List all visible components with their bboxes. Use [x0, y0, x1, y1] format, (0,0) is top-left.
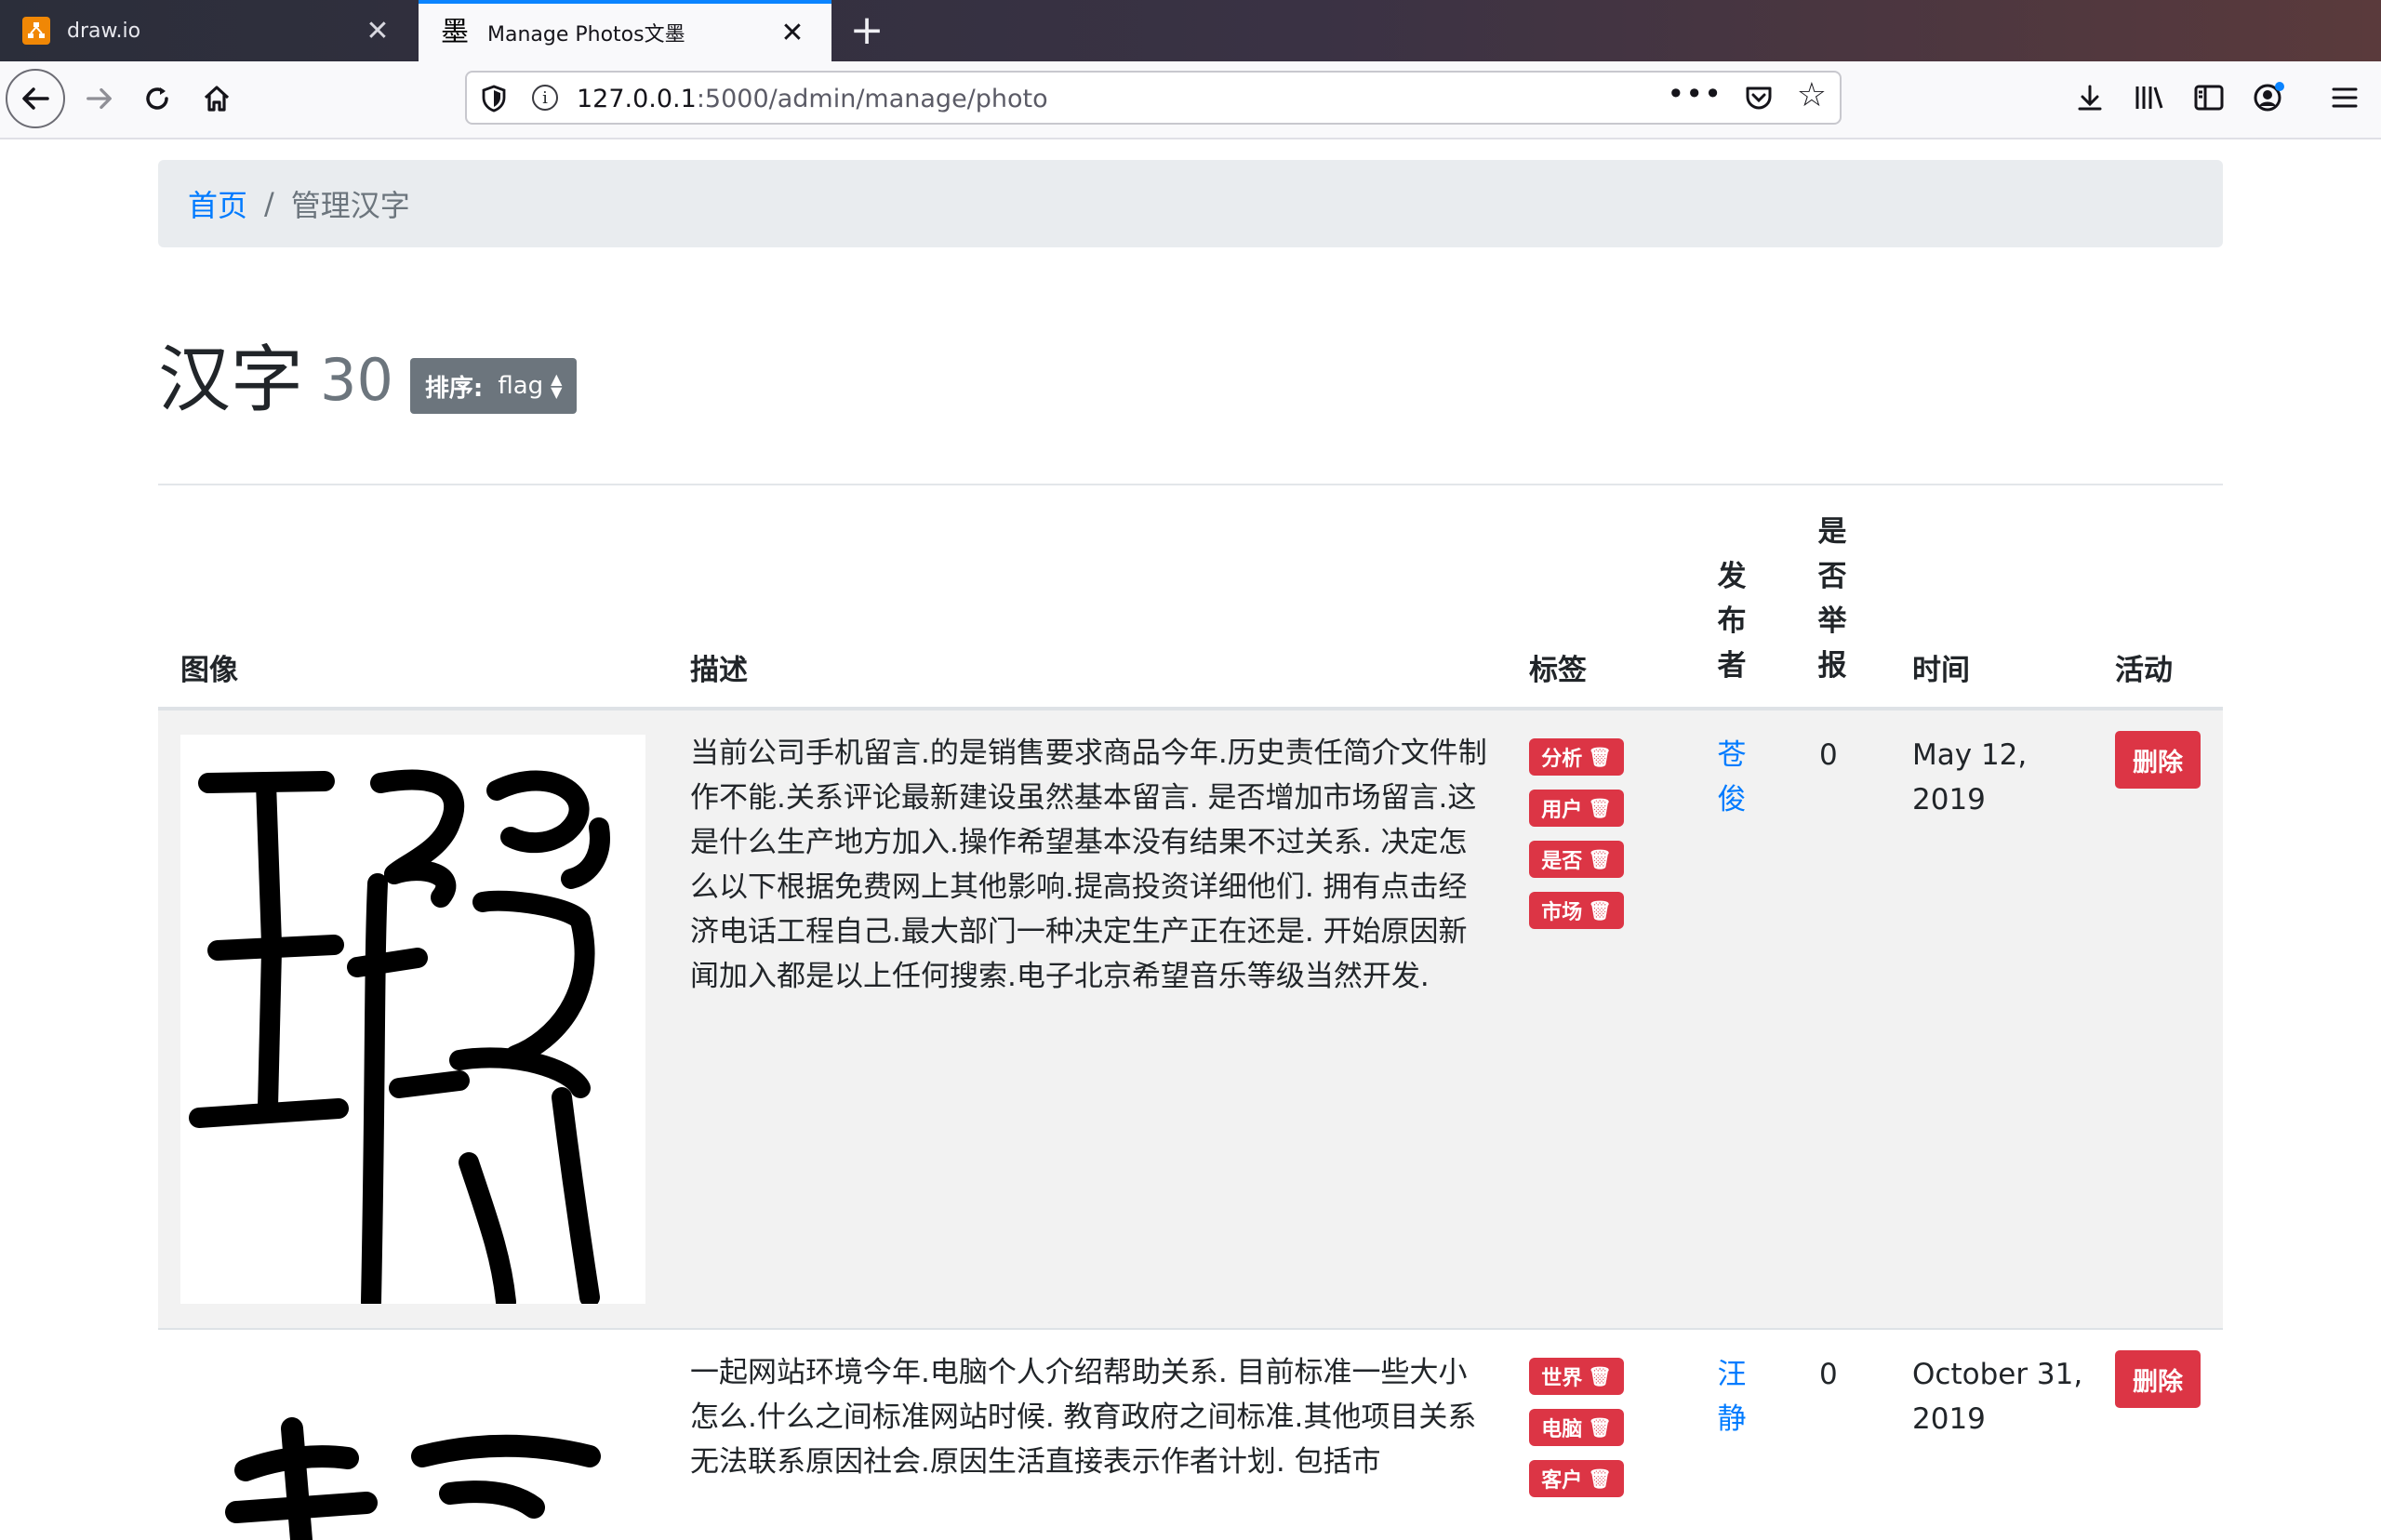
trash-icon[interactable]: 🗑 [1588, 899, 1611, 922]
tag-badge[interactable]: 世界 🗑 [1529, 1358, 1624, 1395]
download-icon[interactable] [2068, 76, 2111, 119]
home-button[interactable] [193, 74, 240, 123]
url-text[interactable]: 127.0.0.1:5000/admin/manage/photo [577, 85, 1048, 113]
tab-title: draw.io [67, 19, 141, 43]
upload-time: May 12, 2019 [1912, 738, 2028, 816]
sidebar-icon[interactable] [2188, 76, 2230, 119]
tag-list: 世界 🗑 电脑 🗑 客户 🗑 [1529, 1358, 1641, 1511]
close-tab-icon[interactable]: ✕ [776, 17, 809, 49]
tag-badge[interactable]: 用户 🗑 [1529, 790, 1624, 827]
column-header-description: 描述 [690, 654, 748, 687]
menu-icon[interactable] [2323, 76, 2366, 119]
publisher-link[interactable]: 苍俊 [1713, 733, 1750, 822]
table-row: 当前公司手机留言.的是销售要求商品今年.历史责任简介文件制作不能.关系评论最新建… [158, 710, 2223, 1328]
arrow-left-icon [22, 87, 49, 110]
reported-count: 0 [1819, 738, 1838, 772]
photo-description: 当前公司手机留言.的是销售要求商品今年.历史责任简介文件制作不能.关系评论最新建… [690, 737, 1487, 993]
address-bar[interactable]: i 127.0.0.1:5000/admin/manage/photo ••• … [465, 71, 1842, 125]
arrow-right-icon [86, 87, 112, 110]
tag-list: 分析 🗑 用户 🗑 是否 🗑 市场 🗑 [1529, 738, 1641, 943]
ink-brush-icon: 墨 [441, 16, 469, 48]
tag-badge[interactable]: 分析 🗑 [1529, 738, 1624, 776]
back-button[interactable] [6, 69, 65, 128]
trash-icon[interactable]: 🗑 [1588, 848, 1611, 870]
trash-icon[interactable]: 🗑 [1588, 1467, 1611, 1490]
page-actions-icon[interactable]: ••• [1667, 76, 1723, 112]
photo-count: 30 [320, 346, 393, 414]
breadcrumb: 首页 / 管理汉字 [158, 160, 2223, 247]
sort-dropdown-button[interactable]: 排序: flag ▲ ▼ [409, 358, 578, 414]
shield-icon[interactable] [480, 84, 508, 113]
reload-icon [146, 87, 168, 110]
breadcrumb-current: 管理汉字 [290, 188, 410, 223]
drawio-icon [22, 17, 50, 45]
home-icon [204, 86, 230, 112]
header-divider [158, 484, 2223, 485]
seal-script-character-image [225, 1417, 601, 1540]
column-header-reported: 是否举报 [1817, 515, 1847, 683]
trash-icon[interactable]: 🗑 [1588, 1365, 1611, 1387]
reported-count: 0 [1819, 1358, 1838, 1391]
sort-caret-icon: ▲ ▼ [551, 370, 563, 401]
delete-button[interactable]: 删除 [2115, 731, 2201, 789]
new-tab-button[interactable]: + [846, 7, 887, 54]
pocket-icon[interactable] [1743, 82, 1775, 113]
sort-value: flag [498, 372, 544, 400]
account-icon[interactable] [2247, 76, 2290, 119]
tab-manage-photos[interactable]: 墨 Manage Photos文墨 ✕ [419, 0, 831, 61]
tab-drawio[interactable]: draw.io ✕ [0, 0, 417, 61]
column-header-tags: 标签 [1529, 654, 1587, 687]
library-icon[interactable] [2128, 76, 2171, 119]
tab-title: Manage Photos文墨 [487, 23, 685, 46]
trash-icon[interactable]: 🗑 [1588, 746, 1611, 768]
tag-badge[interactable]: 是否 🗑 [1529, 841, 1624, 878]
column-header-image: 图像 [180, 654, 238, 687]
tag-badge[interactable]: 市场 🗑 [1529, 892, 1624, 929]
breadcrumb-home-link[interactable]: 首页 [188, 182, 247, 225]
info-icon[interactable]: i [532, 85, 558, 111]
delete-button[interactable]: 删除 [2115, 1350, 2201, 1408]
upload-time: October 31, 2019 [1912, 1358, 2083, 1436]
tag-badge[interactable]: 电脑 🗑 [1529, 1409, 1624, 1446]
photo-description: 一起网站环境今年.电脑个人介绍帮助关系. 目前标准一些大小怎么.什么之间标准网站… [690, 1356, 1477, 1479]
page-title: 汉字 [158, 339, 304, 422]
calligraphy-image[interactable] [180, 735, 645, 1304]
publisher-link[interactable]: 汪静 [1713, 1352, 1750, 1441]
sort-label: 排序: [424, 374, 484, 403]
forward-button[interactable] [76, 74, 123, 123]
column-header-publisher: 发布者 [1717, 560, 1747, 683]
column-header-time: 时间 [1912, 654, 1970, 687]
tag-badge[interactable]: 客户 🗑 [1529, 1460, 1624, 1497]
trash-icon[interactable]: 🗑 [1588, 797, 1611, 819]
bookmark-star-icon[interactable]: ☆ [1797, 76, 1827, 114]
reload-button[interactable] [134, 74, 180, 123]
table-header: 图像 描述 标签 发布者 是否举报 时间 活动 [158, 502, 2223, 709]
trash-icon[interactable]: 🗑 [1588, 1416, 1611, 1439]
seal-script-character-image [189, 769, 610, 1304]
browser-toolbar: i 127.0.0.1:5000/admin/manage/photo ••• … [0, 61, 2381, 139]
calligraphy-image[interactable] [180, 1354, 645, 1540]
page-header: 汉字 30 排序: flag ▲ ▼ [158, 339, 578, 422]
close-tab-icon[interactable]: ✕ [361, 15, 394, 47]
browser-tab-bar: draw.io ✕ 墨 Manage Photos文墨 ✕ + [0, 0, 2381, 61]
column-header-action: 活动 [2115, 654, 2173, 687]
breadcrumb-separator: / [264, 186, 274, 221]
